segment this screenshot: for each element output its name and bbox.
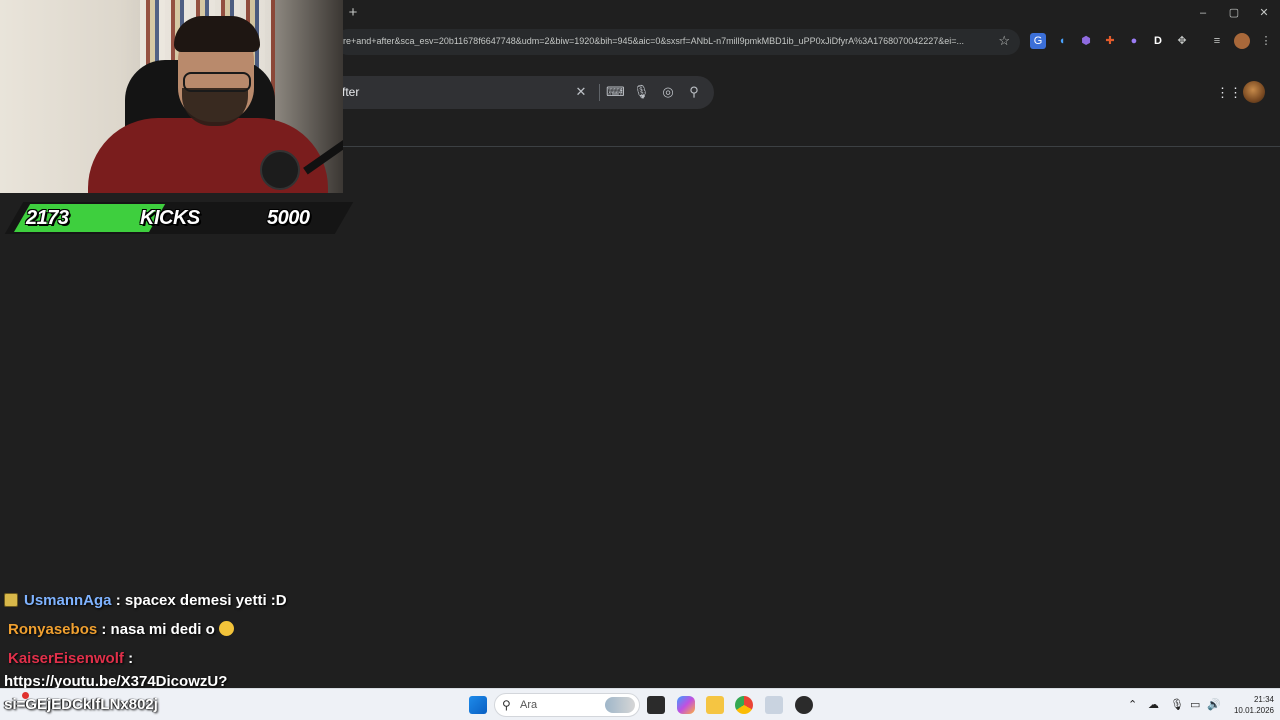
clock-date: 10.01.2026	[1233, 706, 1274, 715]
chrome-icon[interactable]	[735, 696, 753, 714]
star-icon[interactable]: ☆	[998, 33, 1010, 49]
profile-icon[interactable]	[1234, 33, 1250, 49]
kicks-goal-bar: 2173 KICKS 5000	[0, 202, 354, 234]
kicks-label: KICKS	[140, 207, 200, 229]
translate-icon[interactable]: G	[1030, 33, 1046, 49]
kicks-goal: 5000	[267, 207, 310, 229]
shield-icon[interactable]: ⬢	[1078, 33, 1094, 49]
microphone	[260, 150, 300, 190]
close-window-button[interactable]: ✕	[1254, 4, 1274, 22]
copilot-icon[interactable]	[677, 696, 695, 714]
snipping-tool-icon[interactable]	[765, 696, 783, 714]
search-icon: ⚲	[502, 698, 511, 712]
kicks-current: 2173	[26, 207, 69, 229]
chat-username: UsmannAga	[24, 592, 112, 609]
taskbar-search[interactable]: ⚲ Ara	[494, 693, 640, 717]
mic-icon[interactable]: 🎙	[1170, 698, 1184, 711]
url-text[interactable]: re+and+after&sca_esv=20b11678f6647748&ud…	[343, 36, 993, 46]
taskbar: ⚲ Ara ⌃ ☁ 🎙 ▭ 🔊 21:34 10.01.2026	[0, 688, 1280, 720]
chat-link-continuation: si=GEjEDCkIfLNx802j	[4, 696, 158, 713]
menu-icon[interactable]: ⋮	[1258, 33, 1274, 49]
mic-icon[interactable]: 🎙	[633, 84, 650, 100]
chevron-up-icon[interactable]: ⌃	[1128, 698, 1137, 711]
system-clock[interactable]: 21:34 10.01.2026	[1222, 694, 1274, 716]
wave-icon[interactable]: ◖	[1054, 33, 1070, 49]
divider	[599, 84, 600, 101]
purple-ext-icon[interactable]: ●	[1126, 33, 1142, 49]
chat-text: : nasa mi dedi o	[101, 621, 215, 638]
search-query[interactable]: fter	[342, 85, 359, 99]
avatar[interactable]	[1243, 81, 1265, 103]
search-highlight-image	[605, 697, 635, 713]
task-view-icon[interactable]	[647, 696, 665, 714]
clock-time: 21:34	[1253, 695, 1274, 704]
maximize-button[interactable]: ▢	[1224, 4, 1244, 22]
puzzle-icon[interactable]: ✥	[1174, 33, 1190, 49]
flushed-emoji-icon	[218, 621, 234, 636]
new-tab-button[interactable]: +	[345, 5, 361, 21]
chat-username: KaiserEisenwolf	[8, 650, 124, 667]
search-box[interactable]: fter ✕ ⌨ 🎙 ◎ ⚲	[300, 76, 714, 109]
taskbar-search-placeholder: Ara	[520, 699, 538, 711]
chat-text: : spacex demesi yetti :D	[115, 592, 287, 609]
subscriber-badge-icon	[4, 593, 18, 607]
streamer-hair	[174, 16, 260, 52]
minimize-button[interactable]: –	[1193, 4, 1213, 22]
chat-message: Ronyasebos : nasa mi dedi o	[8, 621, 234, 638]
clear-icon[interactable]: ✕	[573, 84, 589, 100]
volume-icon[interactable]: 🔊	[1207, 698, 1221, 711]
screen: + – ▢ ✕ re+and+after&sca_esv=20b11678f66…	[0, 0, 1280, 720]
chat-username: Ronyasebos	[8, 621, 98, 638]
obs-icon[interactable]	[795, 696, 813, 714]
start-icon[interactable]	[469, 696, 487, 714]
lens-icon[interactable]: ◎	[660, 84, 676, 100]
keyboard-icon[interactable]: ⌨	[606, 84, 625, 100]
cloud-icon[interactable]: ☁	[1148, 698, 1159, 711]
chat-text: :	[128, 650, 134, 667]
d-ext-icon[interactable]: D	[1150, 33, 1166, 49]
chat-message: KaiserEisenwolf :	[8, 650, 133, 667]
file-explorer-icon[interactable]	[706, 696, 724, 714]
network-icon[interactable]: ▭	[1190, 698, 1200, 711]
search-icon[interactable]: ⚲	[686, 84, 702, 100]
address-bar[interactable]: re+and+after&sca_esv=20b11678f6647748&ud…	[335, 29, 1020, 55]
glasses	[183, 72, 251, 92]
webcam-overlay	[0, 0, 343, 193]
red-ext-icon[interactable]: ✚	[1102, 33, 1118, 49]
chat-message: UsmannAga : spacex demesi yetti :D	[4, 592, 287, 609]
media-icon[interactable]: ≡	[1209, 33, 1225, 49]
apps-grid-icon[interactable]: ⋮⋮	[1216, 85, 1242, 101]
